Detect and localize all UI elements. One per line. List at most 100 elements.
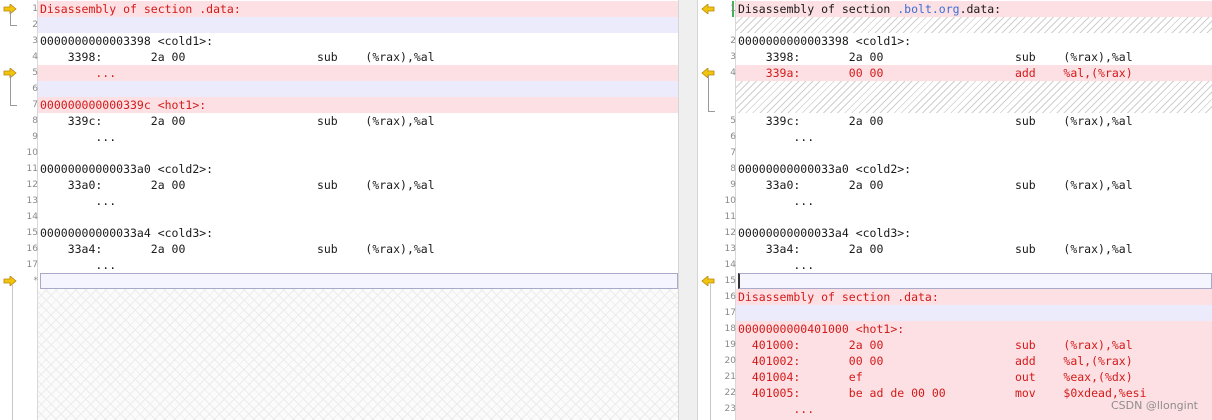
- line-text: 33a0: 2a 00 sub (%rax),%al: [738, 178, 1133, 192]
- code-line: 7: [698, 145, 1212, 161]
- line-text: 339c: 2a 00 sub (%rax),%al: [738, 114, 1133, 128]
- line-text: 0000000000003398 <cold1>:: [40, 34, 214, 48]
- line-number: 3: [730, 52, 736, 62]
- code-line: 14: [0, 209, 678, 225]
- line-number: 19: [724, 340, 736, 350]
- code-line: *: [0, 273, 678, 289]
- line-number: 22: [724, 388, 736, 398]
- line-number: 10: [26, 148, 38, 158]
- watermark: CSDN @llongint: [1111, 399, 1198, 412]
- line-text: 401004: ef out %eax,(%dx): [738, 370, 1133, 384]
- line-number: 7: [32, 100, 38, 110]
- code-line: 21 401004: ef out %eax,(%dx): [698, 369, 1212, 385]
- code-line: 6 ...: [698, 129, 1212, 145]
- code-line: 7 000000000000339c <hot1>:: [0, 97, 678, 113]
- code-line: 19 401000: 2a 00 sub (%rax),%al: [698, 337, 1212, 353]
- line-number: 13: [26, 196, 38, 206]
- line-number: 14: [26, 212, 38, 222]
- line-number: 18: [724, 324, 736, 334]
- pane-splitter[interactable]: [678, 0, 698, 420]
- line-number: 16: [724, 292, 736, 302]
- code-line: 14 ...: [698, 257, 1212, 273]
- code-line: 13 33a4: 2a 00 sub (%rax),%al: [698, 241, 1212, 257]
- code-line: 4 3398: 2a 00 sub (%rax),%al: [0, 49, 678, 65]
- code-line: 8 00000000000033a0 <cold2>:: [698, 161, 1212, 177]
- code-line: 5 339c: 2a 00 sub (%rax),%al: [698, 113, 1212, 129]
- line-text: 401005: be ad de 00 00 mov $0xdead,%esi: [738, 386, 1147, 400]
- code-line: 1 Disassembly of section .data:: [0, 1, 678, 17]
- line-text: 000000000000339c <hot1>:: [40, 98, 207, 112]
- code-line: 2: [0, 17, 678, 33]
- line-number: 15: [26, 228, 38, 238]
- code-line: 4 339a: 00 00 add %al,(%rax): [698, 65, 1212, 81]
- line-text: 00000000000033a0 <cold2>:: [40, 162, 214, 176]
- code-line: 11: [698, 209, 1212, 225]
- code-line: 3 0000000000003398 <cold1>:: [0, 33, 678, 49]
- code-line: 16 33a4: 2a 00 sub (%rax),%al: [0, 241, 678, 257]
- code-line: 17 ...: [0, 257, 678, 273]
- line-number: 6: [730, 132, 736, 142]
- line-text: ...: [40, 66, 117, 80]
- code-line: 6: [0, 81, 678, 97]
- code-line: 12 33a0: 2a 00 sub (%rax),%al: [0, 177, 678, 193]
- line-text: Disassembly of section .data:: [738, 290, 939, 304]
- line-number: *: [33, 276, 39, 286]
- section-title: Disassembly of section .bolt.org.data:: [738, 2, 1002, 16]
- right-diff-pane[interactable]: 1 2 0000000000003398 <cold1>: 3 3398: 2a 00…: [698, 0, 1212, 420]
- code-line: 2 0000000000003398 <cold1>:: [698, 33, 1212, 49]
- line-number: 1: [32, 4, 38, 14]
- line-text: 00000000000033a4 <cold3>:: [40, 226, 214, 240]
- code-line: 15: [698, 273, 1212, 289]
- line-number: 4: [32, 52, 38, 62]
- line-text: ...: [738, 194, 815, 208]
- line-number: 3: [32, 36, 38, 46]
- code-line: 10: [0, 145, 678, 161]
- line-number: 5: [730, 116, 736, 126]
- line-text: 339a: 00 00 add %al,(%rax): [738, 66, 1133, 80]
- code-line: 20 401002: 00 00 add %al,(%rax): [698, 353, 1212, 369]
- line-text: 401002: 00 00 add %al,(%rax): [738, 354, 1133, 368]
- line-number: 11: [724, 212, 736, 222]
- code-line: 13 ...: [0, 193, 678, 209]
- line-number: 15: [724, 276, 736, 286]
- code-line: 9 33a0: 2a 00 sub (%rax),%al: [698, 177, 1212, 193]
- code-line: 5 ...: [0, 65, 678, 81]
- code-line: 12 00000000000033a4 <cold3>:: [698, 225, 1212, 241]
- line-text: ...: [40, 130, 117, 144]
- line-number: 10: [724, 196, 736, 206]
- code-line: 16 Disassembly of section .data:: [698, 289, 1212, 305]
- line-number: 23: [724, 404, 736, 414]
- code-line: 9 ...: [0, 129, 678, 145]
- line-number: 12: [724, 228, 736, 238]
- line-text: ...: [738, 258, 815, 272]
- empty-region: [38, 289, 678, 420]
- line-text: 401000: 2a 00 sub (%rax),%al: [738, 338, 1133, 352]
- code-line: 17: [698, 305, 1212, 321]
- code-line: Disassembly of section .bolt.org.data:: [698, 1, 1212, 17]
- line-number: 16: [26, 244, 38, 254]
- line-number: 5: [32, 68, 38, 78]
- left-diff-pane[interactable]: 1 Disassembly of section .data: 2 3 00000000…: [0, 0, 678, 420]
- line-text: 00000000000033a0 <cold2>:: [738, 162, 912, 176]
- line-text: 33a4: 2a 00 sub (%rax),%al: [738, 242, 1133, 256]
- line-text: 3398: 2a 00 sub (%rax),%al: [40, 50, 435, 64]
- line-number: 7: [730, 148, 736, 158]
- code-line: 8 339c: 2a 00 sub (%rax),%al: [0, 113, 678, 129]
- line-number: 2: [730, 36, 736, 46]
- code-line: 10 ...: [698, 193, 1212, 209]
- line-number: 17: [26, 260, 38, 270]
- line-number: 13: [724, 244, 736, 254]
- line-text: 339c: 2a 00 sub (%rax),%al: [40, 114, 435, 128]
- line-text: ...: [738, 130, 815, 144]
- line-number: 2: [32, 20, 38, 30]
- line-text: 3398: 2a 00 sub (%rax),%al: [738, 50, 1133, 64]
- section-name-highlight: .bolt.org: [897, 2, 960, 16]
- missing-lines-region: [736, 81, 1212, 113]
- line-number: 8: [32, 116, 38, 126]
- line-number: 4: [730, 68, 736, 78]
- line-number: 21: [724, 372, 736, 382]
- line-number: 11: [26, 164, 38, 174]
- line-number: 8: [730, 164, 736, 174]
- line-text: ...: [40, 258, 117, 272]
- line-text: 0000000000003398 <cold1>:: [738, 34, 912, 48]
